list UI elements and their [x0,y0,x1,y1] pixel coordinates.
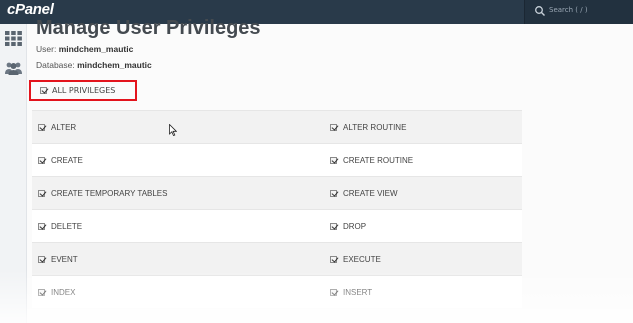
privilege-label[interactable]: ALTER ROUTINE [343,123,406,132]
privilege-label[interactable]: DELETE [51,222,82,231]
privilege-checkbox[interactable] [330,190,337,197]
privilege-label[interactable]: CREATE VIEW [343,189,398,198]
user-value: mindchem_mautic [58,44,134,54]
user-info: User: mindchem_mautic [36,44,133,54]
privilege-checkbox[interactable] [330,223,337,230]
privilege-checkbox[interactable] [38,190,45,197]
privilege-checkbox[interactable] [330,256,337,263]
database-value: mindchem_mautic [77,60,152,70]
privilege-label[interactable]: DROP [343,222,366,231]
privilege-row: CREATE CREATE ROUTINE [32,143,522,176]
users-icon[interactable] [4,60,23,77]
all-privileges-highlight: ALL PRIVILEGES [29,80,137,101]
privilege-row: EVENT EXECUTE [32,242,522,275]
privilege-label[interactable]: EXECUTE [343,255,381,264]
privilege-checkbox[interactable] [38,223,45,230]
privilege-checkbox[interactable] [330,124,337,131]
privileges-table: ALTER ALTER ROUTINE CREATE CREATE ROUTINE CR… [32,110,522,308]
privilege-checkbox[interactable] [330,289,337,296]
privilege-row: INDEX INSERT [32,275,522,308]
privilege-label[interactable]: INDEX [51,288,75,297]
privilege-label[interactable]: CREATE TEMPORARY TABLES [51,189,167,198]
main-content: Manage User Privileges User: mindchem_ma… [27,17,633,323]
all-privileges-checkbox[interactable] [40,87,47,94]
database-info: Database: mindchem_mautic [36,60,152,70]
mouse-cursor-icon [169,124,177,136]
search-box[interactable]: Search ( / ) [524,0,633,24]
privilege-label[interactable]: ALTER [51,123,76,132]
privilege-label[interactable]: CREATE ROUTINE [343,156,413,165]
grid-icon[interactable] [4,30,23,47]
search-input[interactable]: Search ( / ) [549,6,588,14]
privilege-checkbox[interactable] [38,256,45,263]
user-label: User: [36,44,57,54]
search-icon [535,6,545,16]
privilege-label[interactable]: CREATE [51,156,83,165]
page-title: Manage User Privileges [36,17,261,39]
privilege-label[interactable]: EVENT [51,255,78,264]
privilege-checkbox[interactable] [38,157,45,164]
privilege-row: ALTER ALTER ROUTINE [32,110,522,143]
privilege-row: DELETE DROP [32,209,522,242]
privilege-label[interactable]: INSERT [343,288,372,297]
privilege-checkbox[interactable] [38,124,45,131]
privilege-checkbox[interactable] [330,157,337,164]
privilege-checkbox[interactable] [38,289,45,296]
sidebar [0,24,27,323]
cpanel-logo[interactable]: cPanel [7,1,54,18]
database-label: Database: [36,60,75,70]
all-privileges-label[interactable]: ALL PRIVILEGES [52,86,115,95]
privilege-row: CREATE TEMPORARY TABLES CREATE VIEW [32,176,522,209]
